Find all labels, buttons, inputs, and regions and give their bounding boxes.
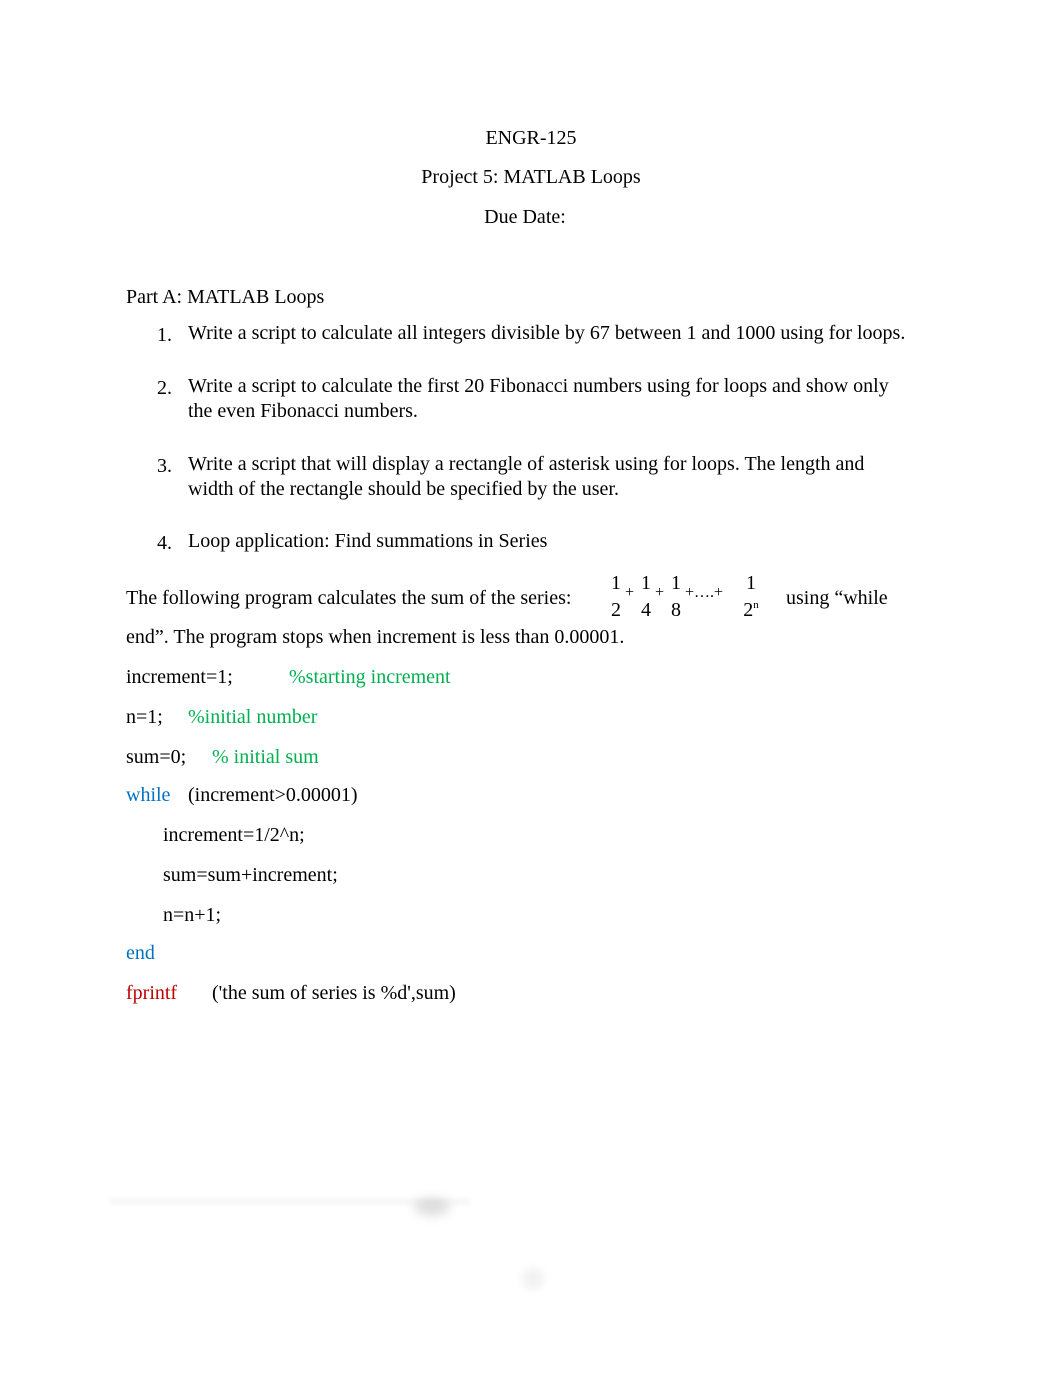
code-comment: %starting increment — [289, 666, 451, 688]
code-text: sum=sum+increment; — [163, 864, 338, 886]
code-text: n=1; — [126, 706, 163, 728]
code-text: increment=1; — [126, 666, 233, 688]
blur-artifact — [522, 1268, 544, 1290]
list-text-line: Write a script that will display a recta… — [188, 453, 865, 475]
code-function: fprintf — [126, 982, 178, 1004]
fraction-denominator: 2 — [611, 599, 621, 621]
fraction-denominator: 8 — [671, 599, 681, 621]
list-text-line: width of the rectangle should be specifi… — [188, 478, 619, 500]
list-text-line: the even Fibonacci numbers. — [188, 400, 418, 422]
plus-sign: + — [625, 584, 635, 601]
fraction-numerator: 1 — [671, 572, 681, 594]
denominator-exponent: n — [753, 599, 759, 611]
blur-artifact — [414, 1198, 450, 1216]
plus-sign: + — [655, 584, 665, 601]
list-text-line: Write a script to calculate all integers… — [188, 322, 906, 344]
ellipsis-plus: +….+ — [685, 584, 724, 601]
series-intro: The following program calculates the sum… — [126, 587, 572, 609]
fraction-numerator: 1 — [611, 572, 621, 594]
code-text: (increment>0.00001) — [188, 784, 358, 806]
fraction-term: 1 8 — [668, 573, 684, 620]
list-number: 1. — [157, 324, 172, 346]
series-after-formula: using “while — [786, 587, 888, 609]
code-text: ('the sum of series is %d',sum) — [212, 982, 456, 1004]
list-text-line: Write a script to calculate the first 20… — [188, 375, 889, 397]
fraction-denominator: 2n — [740, 599, 762, 621]
code-comment: %initial number — [188, 706, 318, 728]
part-a-heading: Part A: MATLAB Loops — [126, 286, 325, 308]
due-date-label: Due Date: — [484, 206, 566, 228]
code-text: n=n+1; — [163, 904, 222, 926]
list-number: 3. — [157, 455, 172, 477]
list-number: 2. — [157, 377, 172, 399]
series-line-2: end”. The program stops when increment i… — [126, 626, 625, 648]
code-comment: % initial sum — [212, 746, 319, 768]
list-number: 4. — [157, 532, 172, 554]
project-title: Project 5: MATLAB Loops — [421, 166, 641, 188]
fraction-term: 1 2n — [740, 573, 762, 620]
code-text: increment=1/2^n; — [163, 824, 305, 846]
code-keyword: end — [126, 942, 155, 964]
list-text-line: Loop application: Find summations in Ser… — [188, 530, 548, 552]
fraction-numerator: 1 — [746, 572, 756, 594]
fraction-term: 1 4 — [638, 573, 654, 620]
code-keyword: while — [126, 784, 171, 806]
course-code: ENGR-125 — [485, 127, 577, 149]
fraction-term: 1 2 — [608, 573, 624, 620]
fraction-numerator: 1 — [641, 572, 651, 594]
code-text: sum=0; — [126, 746, 187, 768]
denominator-base: 2 — [743, 599, 754, 621]
fraction-denominator: 4 — [641, 599, 651, 621]
